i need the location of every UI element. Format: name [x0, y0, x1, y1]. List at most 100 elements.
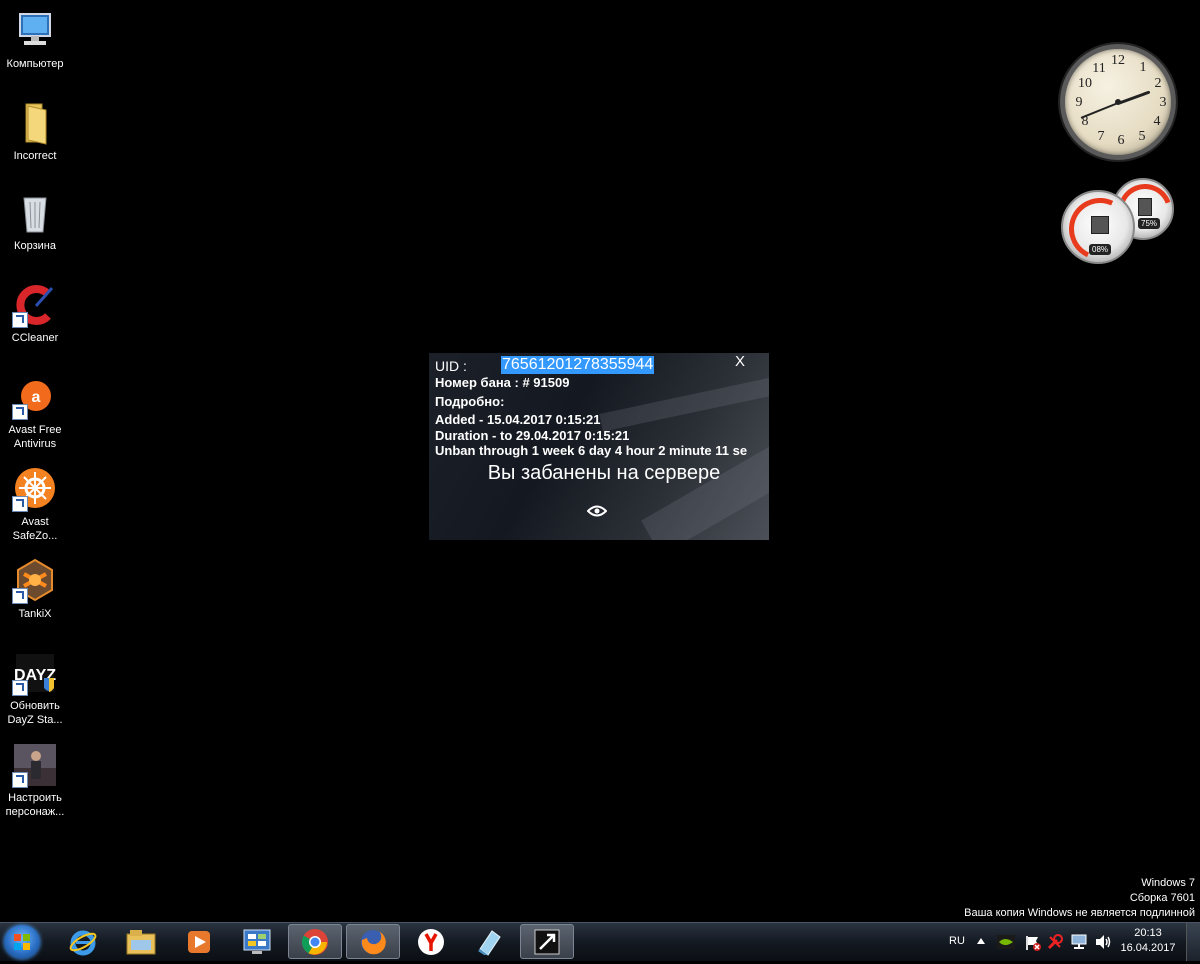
desktop-icon-label: Корзина — [14, 240, 56, 252]
action-center-flag-icon[interactable] — [1024, 934, 1042, 952]
desktop-icon-recycle-bin[interactable]: Корзина — [0, 190, 70, 253]
ban-added: Added - 15.04.2017 0:15:21 — [435, 412, 601, 427]
desktop-icon-tankix[interactable]: TankiX — [0, 558, 70, 621]
folder-icon — [12, 100, 58, 146]
desktop-icon-label: Avast Free Antivirus — [8, 424, 62, 450]
clock-hour-hand — [1117, 90, 1151, 105]
unban-countdown: Unban through 1 week 6 day 4 hour 2 minu… — [435, 443, 748, 458]
clock-number: 7 — [1097, 129, 1105, 144]
uid-value[interactable]: 76561201278355944 — [501, 356, 655, 374]
desktop-icon-computer[interactable]: Компьютер — [0, 8, 70, 71]
cpu-chip-icon — [1091, 216, 1109, 234]
taskbar-tankix-launcher[interactable] — [462, 924, 516, 959]
taskbar-file-explorer[interactable] — [114, 924, 168, 959]
start-button[interactable] — [4, 925, 40, 959]
recycle-bin-icon — [12, 190, 58, 236]
clock-number: 4 — [1153, 114, 1161, 129]
avast-icon: a — [12, 374, 58, 420]
eye-icon — [587, 505, 607, 517]
cpu-percent-badge: 08% — [1089, 244, 1112, 255]
details-label: Подробно: — [435, 394, 505, 409]
desktop-icon-avast-safezone[interactable]: Avast SafeZo... — [0, 466, 70, 543]
control-panel-icon — [243, 929, 271, 954]
taskbar: RU 20:13 16.04.2017 — [0, 922, 1200, 961]
shortcut-arrow-icon — [12, 404, 28, 420]
clock-number: 9 — [1075, 95, 1083, 110]
watermark-line-2: Сборка 7601 — [1129, 892, 1195, 904]
tool-tray-icon[interactable] — [1046, 933, 1064, 951]
taskbar-active-app[interactable] — [520, 924, 574, 959]
desktop-icon-label: CCleaner — [11, 332, 59, 344]
desktop-icon-incorrect-folder[interactable]: Incorrect — [0, 100, 70, 163]
network-icon[interactable] — [1070, 934, 1088, 950]
desktop-icon-label: TankiX — [18, 608, 52, 620]
shortcut-arrow-icon — [12, 772, 28, 788]
tankix-launcher-icon — [478, 929, 501, 956]
watermark-line-3: Ваша копия Windows не является подлинной — [964, 907, 1195, 919]
file-explorer-icon — [126, 929, 156, 954]
taskbar-control-panel[interactable] — [230, 924, 284, 959]
clock-number: 5 — [1138, 129, 1146, 144]
svg-text:a: a — [32, 389, 41, 406]
taskbar-media-player[interactable] — [172, 924, 226, 959]
tray-date: 16.04.2017 — [1120, 942, 1176, 954]
clock-number: 3 — [1159, 95, 1167, 110]
tankix-icon — [12, 558, 58, 604]
taskbar-internet-explorer[interactable] — [56, 924, 110, 959]
language-indicator[interactable]: RU — [949, 935, 965, 947]
taskbar-firefox[interactable] — [346, 924, 400, 959]
yandex-browser-icon — [418, 928, 444, 955]
ram-percent-badge: 75% — [1138, 218, 1161, 229]
desktop-icon-label: Компьютер — [6, 58, 64, 70]
taskbar-yandex-browser[interactable] — [404, 924, 458, 959]
desktop-icon-ccleaner[interactable]: CCleaner — [0, 282, 70, 345]
media-player-icon — [188, 930, 210, 953]
app-window-icon — [534, 929, 560, 954]
clock-number: 1 — [1139, 60, 1147, 75]
clock-number: 2 — [1154, 76, 1162, 91]
desktop-icon-label: Incorrect — [13, 150, 57, 162]
watermark-line-1: Windows 7 — [1141, 877, 1195, 889]
shortcut-arrow-icon — [12, 496, 28, 512]
cpu-meter: 08% — [1060, 189, 1140, 269]
tray-time: 20:13 — [1134, 927, 1162, 939]
clock-tray[interactable]: 20:13 16.04.2017 — [1118, 926, 1178, 956]
windows-activation-watermark: Windows 7 Сборка 7601 Ваша копия Windows… — [964, 876, 1195, 921]
shortcut-arrow-icon — [12, 680, 28, 696]
desktop-icon-avast-free-antivirus[interactable]: a Avast Free Antivirus — [0, 374, 70, 451]
clock-gadget[interactable]: 12 1 2 3 4 5 6 7 8 9 10 11 — [1060, 44, 1176, 160]
ban-duration: Duration - to 29.04.2017 0:15:21 — [435, 428, 630, 443]
close-button[interactable]: X — [735, 353, 745, 370]
avast-safezone-icon — [12, 466, 58, 512]
ccleaner-icon — [12, 282, 58, 328]
computer-icon — [12, 8, 58, 54]
shortcut-arrow-icon — [12, 312, 28, 328]
desktop-icon-dayz-update[interactable]: DAYZ Обновить DayZ Sta... — [0, 650, 70, 727]
clock-number: 11 — [1092, 61, 1106, 76]
desktop-icon-character-setup[interactable]: Настроить персонаж... — [0, 742, 70, 819]
nvidia-icon[interactable] — [996, 934, 1016, 950]
show-desktop-button[interactable] — [1186, 923, 1200, 961]
ban-number: Номер бана : # 91509 — [435, 375, 570, 390]
desktop-icon-label: Обновить DayZ Sta... — [7, 700, 63, 726]
background-streak — [599, 372, 769, 432]
clock-center — [1115, 99, 1121, 105]
windows-logo-icon — [14, 934, 30, 950]
uid-label: UID : — [435, 358, 467, 374]
show-hidden-icons-icon[interactable] — [977, 938, 985, 944]
clock-number: 12 — [1111, 53, 1125, 68]
dayz-icon: DAYZ — [12, 650, 58, 696]
taskbar-chrome[interactable] — [288, 924, 342, 959]
chrome-icon — [301, 928, 328, 955]
internet-explorer-icon — [69, 930, 97, 955]
character-icon — [12, 742, 58, 788]
shortcut-arrow-icon — [12, 588, 28, 604]
clock-number: 10 — [1078, 76, 1092, 91]
ram-chip-icon — [1138, 198, 1152, 216]
desktop-icon-label: Avast SafeZo... — [12, 516, 58, 542]
firefox-icon — [361, 929, 386, 954]
ban-dialog: UID : 76561201278355944 X Номер бана : #… — [429, 353, 769, 540]
volume-icon[interactable] — [1094, 934, 1112, 950]
clock-number: 6 — [1117, 133, 1125, 148]
desktop-icon-label: Настроить персонаж... — [5, 792, 65, 818]
